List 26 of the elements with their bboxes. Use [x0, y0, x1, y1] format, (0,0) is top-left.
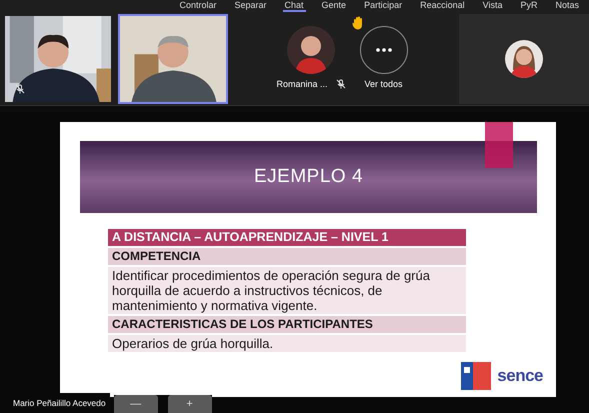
logo-wordmark: sence	[497, 366, 543, 386]
avatar	[287, 26, 335, 74]
menu-tab[interactable]: Vista	[480, 0, 504, 12]
accent-bar	[485, 122, 513, 168]
participant-name: Romanina ...	[276, 79, 328, 89]
more-label: Ver todos	[364, 79, 403, 89]
menu-tab[interactable]: Controlar	[177, 0, 218, 12]
menu-tab[interactable]: PyR	[518, 0, 540, 12]
more-button[interactable]	[360, 26, 408, 74]
zoom-button[interactable]: —	[114, 395, 158, 413]
table-row: CARACTERISTICAS DE LOS PARTICIPANTES	[108, 316, 466, 333]
avatar	[505, 40, 543, 78]
table-row: Operarios de grúa horquilla.	[108, 335, 466, 352]
table-row: COMPETENCIA	[108, 248, 466, 265]
menu-tab[interactable]: Participar	[362, 0, 404, 12]
zoom-button[interactable]: +	[168, 395, 212, 413]
slide-title: EJEMPLO 4	[254, 166, 364, 188]
more-icon	[376, 48, 392, 52]
menu-tab[interactable]: Notas	[553, 0, 581, 12]
menu-tab[interactable]: Chat	[282, 0, 306, 12]
menu-tab[interactable]: Reaccional	[418, 0, 467, 12]
menu-tab[interactable]: Gente	[320, 0, 348, 12]
table-row: Identificar procedimientos de operación segura de grúa horquilla de acuerdo a instructivos técnicos, de mantenimiento y normativa vigente.	[108, 267, 466, 314]
menu-tab[interactable]: Separar	[232, 0, 269, 12]
emblem-icon	[461, 362, 492, 390]
table-row: A DISTANCIA – AUTOAPRENDIZAJE – NIVEL 1	[108, 229, 466, 246]
